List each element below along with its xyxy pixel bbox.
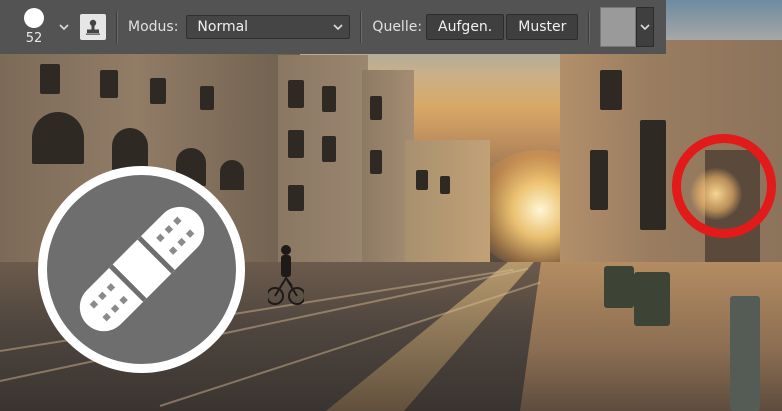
toolbar-divider [588,11,591,43]
pattern-picker-dropdown[interactable] [636,7,655,47]
window [288,130,304,158]
chevron-down-icon [640,24,650,30]
clone-source-button[interactable] [80,14,106,40]
window [322,136,336,162]
window [370,150,382,174]
window [416,170,428,190]
mode-select-value: Normal [197,19,249,35]
window [640,120,666,230]
pattern-swatch[interactable] [600,7,637,47]
window [32,112,84,164]
brush-tip-icon [24,8,44,28]
bandage-icon [79,206,205,332]
toolbar-divider [116,11,118,43]
window [200,86,214,110]
window [322,86,336,112]
source-label: Quelle: [372,19,423,35]
trash-bin [730,296,760,411]
window [590,150,608,210]
healing-brush-badge [38,166,245,373]
source-pattern-button[interactable]: Muster [506,14,579,40]
cyclist [268,245,304,305]
trash-bin [634,272,670,326]
chevron-down-icon[interactable] [58,21,70,33]
window [150,78,166,104]
trash-bin [604,266,634,308]
tool-options-bar: 52 Modus: Normal Quelle: Aufgen. Muster [0,0,666,54]
window [288,185,304,211]
chevron-down-icon [333,24,343,30]
window [40,64,60,94]
mode-label: Modus: [128,19,179,35]
brush-preset-picker[interactable]: 52 [14,0,54,54]
brush-size-value: 52 [25,31,43,46]
window [288,80,304,108]
window [100,70,118,98]
mode-select[interactable]: Normal [186,15,351,39]
highlight-circle [672,134,776,238]
window [600,70,622,110]
building-left-4 [405,140,490,265]
source-sampled-button[interactable]: Aufgen. [426,14,505,40]
stamp-icon [86,19,100,35]
window [112,128,148,170]
window [440,176,450,194]
window [370,96,382,120]
toolbar-divider [360,11,363,43]
